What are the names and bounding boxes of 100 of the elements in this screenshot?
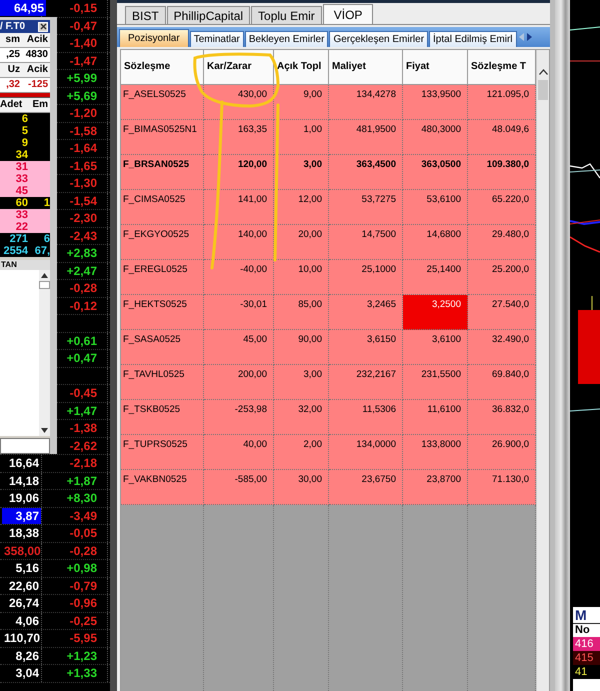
change-value: -0,96 <box>70 596 97 610</box>
column-header: No <box>574 624 591 637</box>
price-cell: 64,95 <box>0 0 46 16</box>
down-arrow-icon <box>41 428 48 433</box>
column-header[interactable]: Sözleşme <box>121 50 204 84</box>
column-header: Adet <box>0 98 24 112</box>
change-value: -1,20 <box>70 106 97 120</box>
tab[interactable]: Pozisyonlar <box>119 29 189 47</box>
price-cell-text: 16,64 <box>8 455 40 471</box>
close-icon <box>40 23 46 30</box>
change-value: -5,95 <box>70 631 97 645</box>
up-arrow-icon <box>41 273 48 278</box>
column-header: M <box>574 607 587 623</box>
tab[interactable]: VİOP <box>322 4 374 24</box>
scroll-thumb[interactable] <box>538 80 548 100</box>
column-header[interactable]: Fiyat <box>403 50 468 84</box>
change-value: -0,79 <box>70 578 97 592</box>
scroll-right-button[interactable] <box>526 33 532 41</box>
tab[interactable]: Toplu Emir <box>251 6 322 24</box>
change-value: +0,61 <box>66 334 97 348</box>
price-cell-text: 110,70 <box>3 630 42 646</box>
table-cell-text: 1 <box>42 197 50 209</box>
price-cell-text: 8,26 <box>14 648 40 664</box>
change-value: +1,87 <box>66 474 97 488</box>
price-cell-text: 26,74 <box>8 595 40 611</box>
table-cell: 3,2500 <box>403 295 468 330</box>
price-cell-text: 3,04 <box>14 665 40 681</box>
change-value: -1,54 <box>70 194 97 208</box>
change-value: -2,62 <box>70 438 97 452</box>
column-header[interactable]: Kar/Zarar <box>204 50 274 84</box>
table-cell-text: 33 <box>14 209 28 221</box>
column-header[interactable]: Maliyet <box>329 50 403 84</box>
change-value: -1,58 <box>70 124 97 138</box>
close-button[interactable] <box>38 22 48 32</box>
change-value: -1,38 <box>70 421 97 435</box>
scrollbar[interactable] <box>536 50 549 691</box>
change-value: +0,98 <box>66 561 97 575</box>
table-cell-text: 34 <box>14 149 28 161</box>
price-cell-text: 5,16 <box>14 560 40 576</box>
change-value: -1,64 <box>70 141 97 155</box>
change-value: +0,47 <box>66 351 97 365</box>
table-cell-text: 2554 <box>2 245 28 257</box>
change-value: +2,47 <box>66 264 97 278</box>
change-value: -1,65 <box>70 158 97 172</box>
table-cell: 41 <box>573 665 600 679</box>
price-cell: 3,87 <box>2 508 41 524</box>
price-cell-text: 19,06 <box>8 490 40 506</box>
column-header[interactable]: Açık Topl <box>274 50 329 84</box>
window-title: / F.T0 <box>0 21 26 32</box>
table-cell-text: 33 <box>14 173 28 185</box>
change-value: -2,18 <box>70 456 97 470</box>
change-value: -0,45 <box>70 386 97 400</box>
column-header: TAN <box>0 260 17 269</box>
caret-up-icon <box>538 69 548 75</box>
column-header: Acik <box>26 63 49 77</box>
change-value: +1,23 <box>66 648 97 662</box>
tab[interactable]: Gerçekleşen Emirler <box>329 31 428 47</box>
splitter-bar[interactable] <box>555 0 570 691</box>
column-header: Uz <box>6 63 21 77</box>
table-cell-text: 4830 <box>24 48 49 62</box>
scroll-thumb[interactable] <box>39 281 50 289</box>
change-value: -0,12 <box>70 298 97 312</box>
table-cell-text: ,32 <box>5 78 21 92</box>
change-value: +8,30 <box>66 491 97 505</box>
table-cell-text: ,25 <box>5 48 21 62</box>
column-header: Em <box>31 98 49 112</box>
table-cell: 415 <box>573 651 600 665</box>
table-cell-text: 31 <box>14 161 28 173</box>
price-cell-text: 14,18 <box>8 472 40 488</box>
scrollbar[interactable] <box>39 270 50 436</box>
table-cell-text: 271 <box>8 233 28 245</box>
table-cell-text: 6 <box>20 113 28 125</box>
tab[interactable]: Teminatlar <box>190 31 244 47</box>
table-cell: 416 <box>573 637 600 651</box>
change-value: +5,99 <box>66 71 97 85</box>
change-value: -2,43 <box>70 228 97 242</box>
tab[interactable]: İptal Edilmiş Emirl <box>429 31 516 47</box>
tab[interactable]: Bekleyen Emirler <box>244 31 328 47</box>
change-value: -3,49 <box>70 508 97 522</box>
change-value: -0,47 <box>70 18 97 32</box>
change-value: -0,28 <box>70 544 97 558</box>
change-value: -1,40 <box>70 36 97 50</box>
change-value: +5,69 <box>66 88 97 102</box>
tab[interactable]: BIST <box>125 6 166 24</box>
tab[interactable]: PhillipCapital <box>166 6 250 24</box>
scroll-left-button[interactable] <box>518 33 524 41</box>
change-value: +1,33 <box>66 666 97 680</box>
change-value: -0,05 <box>70 526 97 540</box>
table-cell-text: 67, <box>34 245 50 257</box>
change-value: -0,25 <box>70 614 97 628</box>
table-cell-text: -125 <box>26 78 49 92</box>
column-header: Acik <box>26 33 49 47</box>
change-value: -0,15 <box>70 1 97 15</box>
column-header: sm <box>4 33 21 47</box>
table-cell-text: 6 <box>42 233 50 245</box>
table-cell-text: 22 <box>14 221 28 233</box>
price-cell-text: 18,38 <box>8 525 40 541</box>
input-field[interactable] <box>0 438 50 454</box>
change-value: -2,30 <box>70 211 97 225</box>
change-value: -0,28 <box>70 281 97 295</box>
